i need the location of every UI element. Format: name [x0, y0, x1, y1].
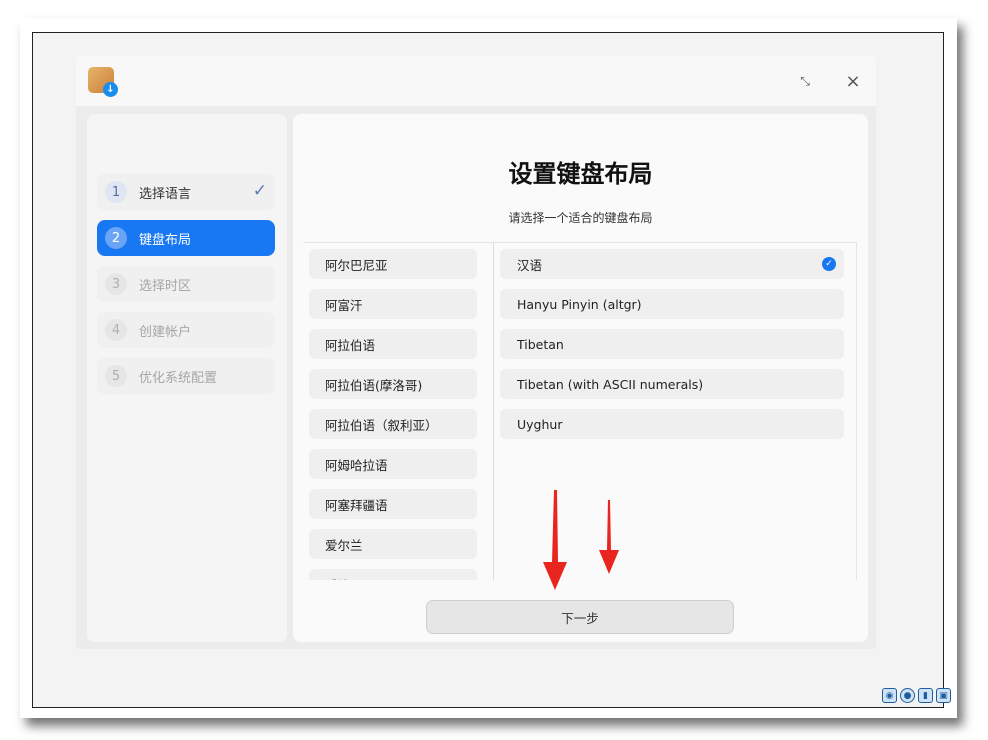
next-button[interactable]: 下一步 [426, 600, 734, 634]
step-select-language[interactable]: 1 选择语言 ✓ [97, 174, 275, 210]
list-item[interactable]: Tibetan (with ASCII numerals) [500, 369, 844, 399]
step-optimize-config: 5 优化系统配置 [97, 358, 275, 394]
step-label: 选择语言 [139, 186, 192, 202]
list-item[interactable]: 阿拉伯语 [309, 329, 477, 359]
vm-status-bar: ◉ ● ▮ ▣ [33, 683, 951, 707]
list-item[interactable]: Tibetan [500, 329, 844, 359]
list-item[interactable]: Uyghur [500, 409, 844, 439]
layout-label: 汉语 [517, 257, 543, 273]
step-number: 2 [105, 227, 127, 249]
list-item[interactable]: 阿拉伯语(摩洛哥) [309, 369, 477, 399]
step-keyboard-layout[interactable]: 2 键盘布局 [97, 220, 275, 256]
download-badge-icon: ↓ [103, 82, 118, 97]
list-item[interactable]: 阿拉伯语（叙利亚） [309, 409, 477, 439]
titlebar: ↓ ⤡ × [76, 56, 876, 106]
installer-logo-icon: ↓ [88, 67, 118, 97]
list-item[interactable]: Hanyu Pinyin (altgr) [500, 289, 844, 319]
steps-sidebar: 1 选择语言 ✓ 2 键盘布局 3 选择时区 4 创建帐户 5 优化系统配置 [87, 114, 287, 642]
step-number: 4 [105, 319, 127, 341]
page-subtitle: 请选择一个适合的键盘布局 [508, 211, 653, 225]
network-icon[interactable]: ▣ [936, 688, 951, 703]
list-item-selected[interactable]: 汉语 ✓ [500, 249, 844, 279]
list-item[interactable]: 阿尔巴尼亚 [309, 249, 477, 279]
step-select-timezone: 3 选择时区 [97, 266, 275, 302]
vm-status-icons: ◉ ● ▮ ▣ [882, 688, 951, 703]
step-number: 3 [105, 273, 127, 295]
disc-icon[interactable]: ◉ [882, 688, 897, 703]
step-number: 5 [105, 365, 127, 387]
language-list[interactable]: 阿尔巴尼亚 阿富汗 阿拉伯语 阿拉伯语(摩洛哥) 阿拉伯语（叙利亚） 阿姆哈拉语… [303, 242, 493, 580]
installer-window: ↓ ⤡ × 1 选择语言 ✓ 2 键盘布局 3 选择时区 4 创建帐户 5 优化… [76, 56, 876, 649]
close-icon[interactable]: × [842, 70, 864, 92]
checkmark-icon: ✓ [252, 181, 267, 201]
cd-icon[interactable]: ● [900, 688, 915, 703]
red-arrow-icon [543, 490, 567, 590]
step-create-account: 4 创建帐户 [97, 312, 275, 348]
list-item[interactable]: 阿富汗 [309, 289, 477, 319]
list-item[interactable]: 爱尔兰 [309, 529, 477, 559]
list-item[interactable]: 阿塞拜疆语 [309, 489, 477, 519]
step-label: 创建帐户 [139, 324, 192, 340]
step-label: 键盘布局 [139, 232, 192, 248]
usb-icon[interactable]: ▮ [918, 688, 933, 703]
main-panel: 设置键盘布局 请选择一个适合的键盘布局 阿尔巴尼亚 阿富汗 阿拉伯语 阿拉伯语(… [293, 114, 868, 642]
step-number: 1 [105, 181, 127, 203]
step-label: 选择时区 [139, 278, 192, 294]
list-item[interactable]: 爱沙尼亚 [309, 569, 477, 580]
step-label: 优化系统配置 [139, 370, 218, 386]
unmaximize-icon[interactable]: ⤡ [794, 70, 816, 92]
list-item[interactable]: 阿姆哈拉语 [309, 449, 477, 479]
selected-check-icon: ✓ [822, 257, 836, 271]
page-title: 设置键盘布局 [508, 160, 653, 188]
red-arrow-icon [599, 500, 619, 574]
